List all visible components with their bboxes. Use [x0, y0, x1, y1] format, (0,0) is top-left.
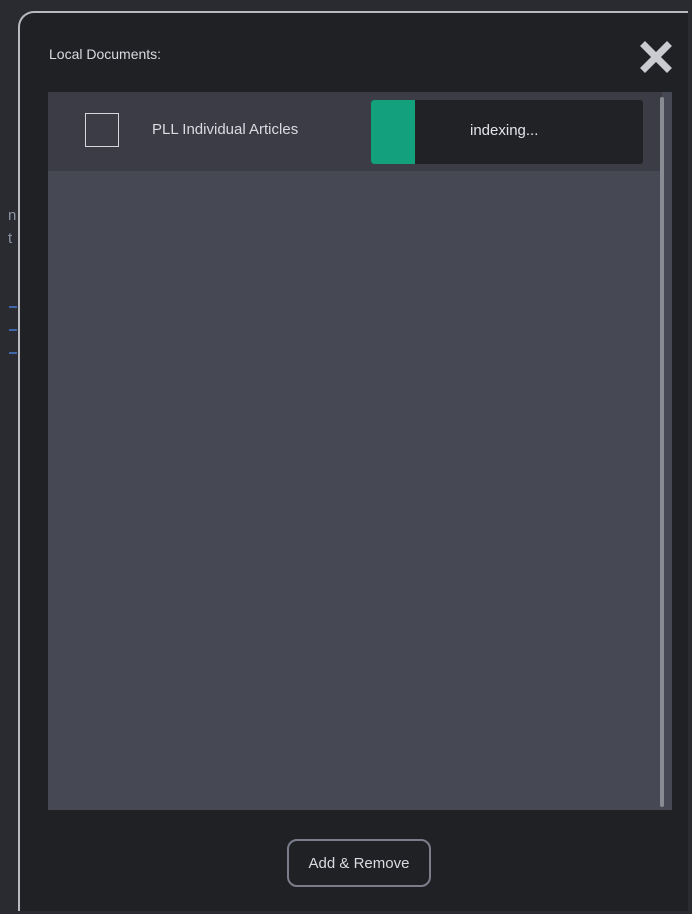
scrollbar[interactable]	[660, 97, 664, 807]
background-text-fragment: n	[8, 207, 17, 224]
documents-list: PLL Individual Articles indexing...	[48, 92, 672, 810]
background-link-fragment	[9, 329, 17, 331]
background-text-fragment: t	[8, 230, 13, 247]
document-checkbox[interactable]	[85, 113, 119, 147]
indexing-progress-bar: indexing...	[371, 100, 643, 164]
close-button[interactable]	[638, 39, 674, 75]
list-item[interactable]: PLL Individual Articles indexing...	[48, 92, 662, 171]
status-text: indexing...	[470, 122, 539, 139]
add-remove-button[interactable]: Add & Remove	[287, 839, 431, 887]
background-link-fragment	[9, 306, 17, 308]
dialog-title: Local Documents:	[49, 46, 162, 62]
close-x-icon	[640, 41, 672, 73]
document-name: PLL Individual Articles	[152, 121, 299, 138]
background-link-fragment	[9, 352, 17, 354]
local-documents-dialog: Local Documents: PLL Individual Articles…	[18, 11, 688, 911]
progress-fill	[371, 100, 415, 164]
